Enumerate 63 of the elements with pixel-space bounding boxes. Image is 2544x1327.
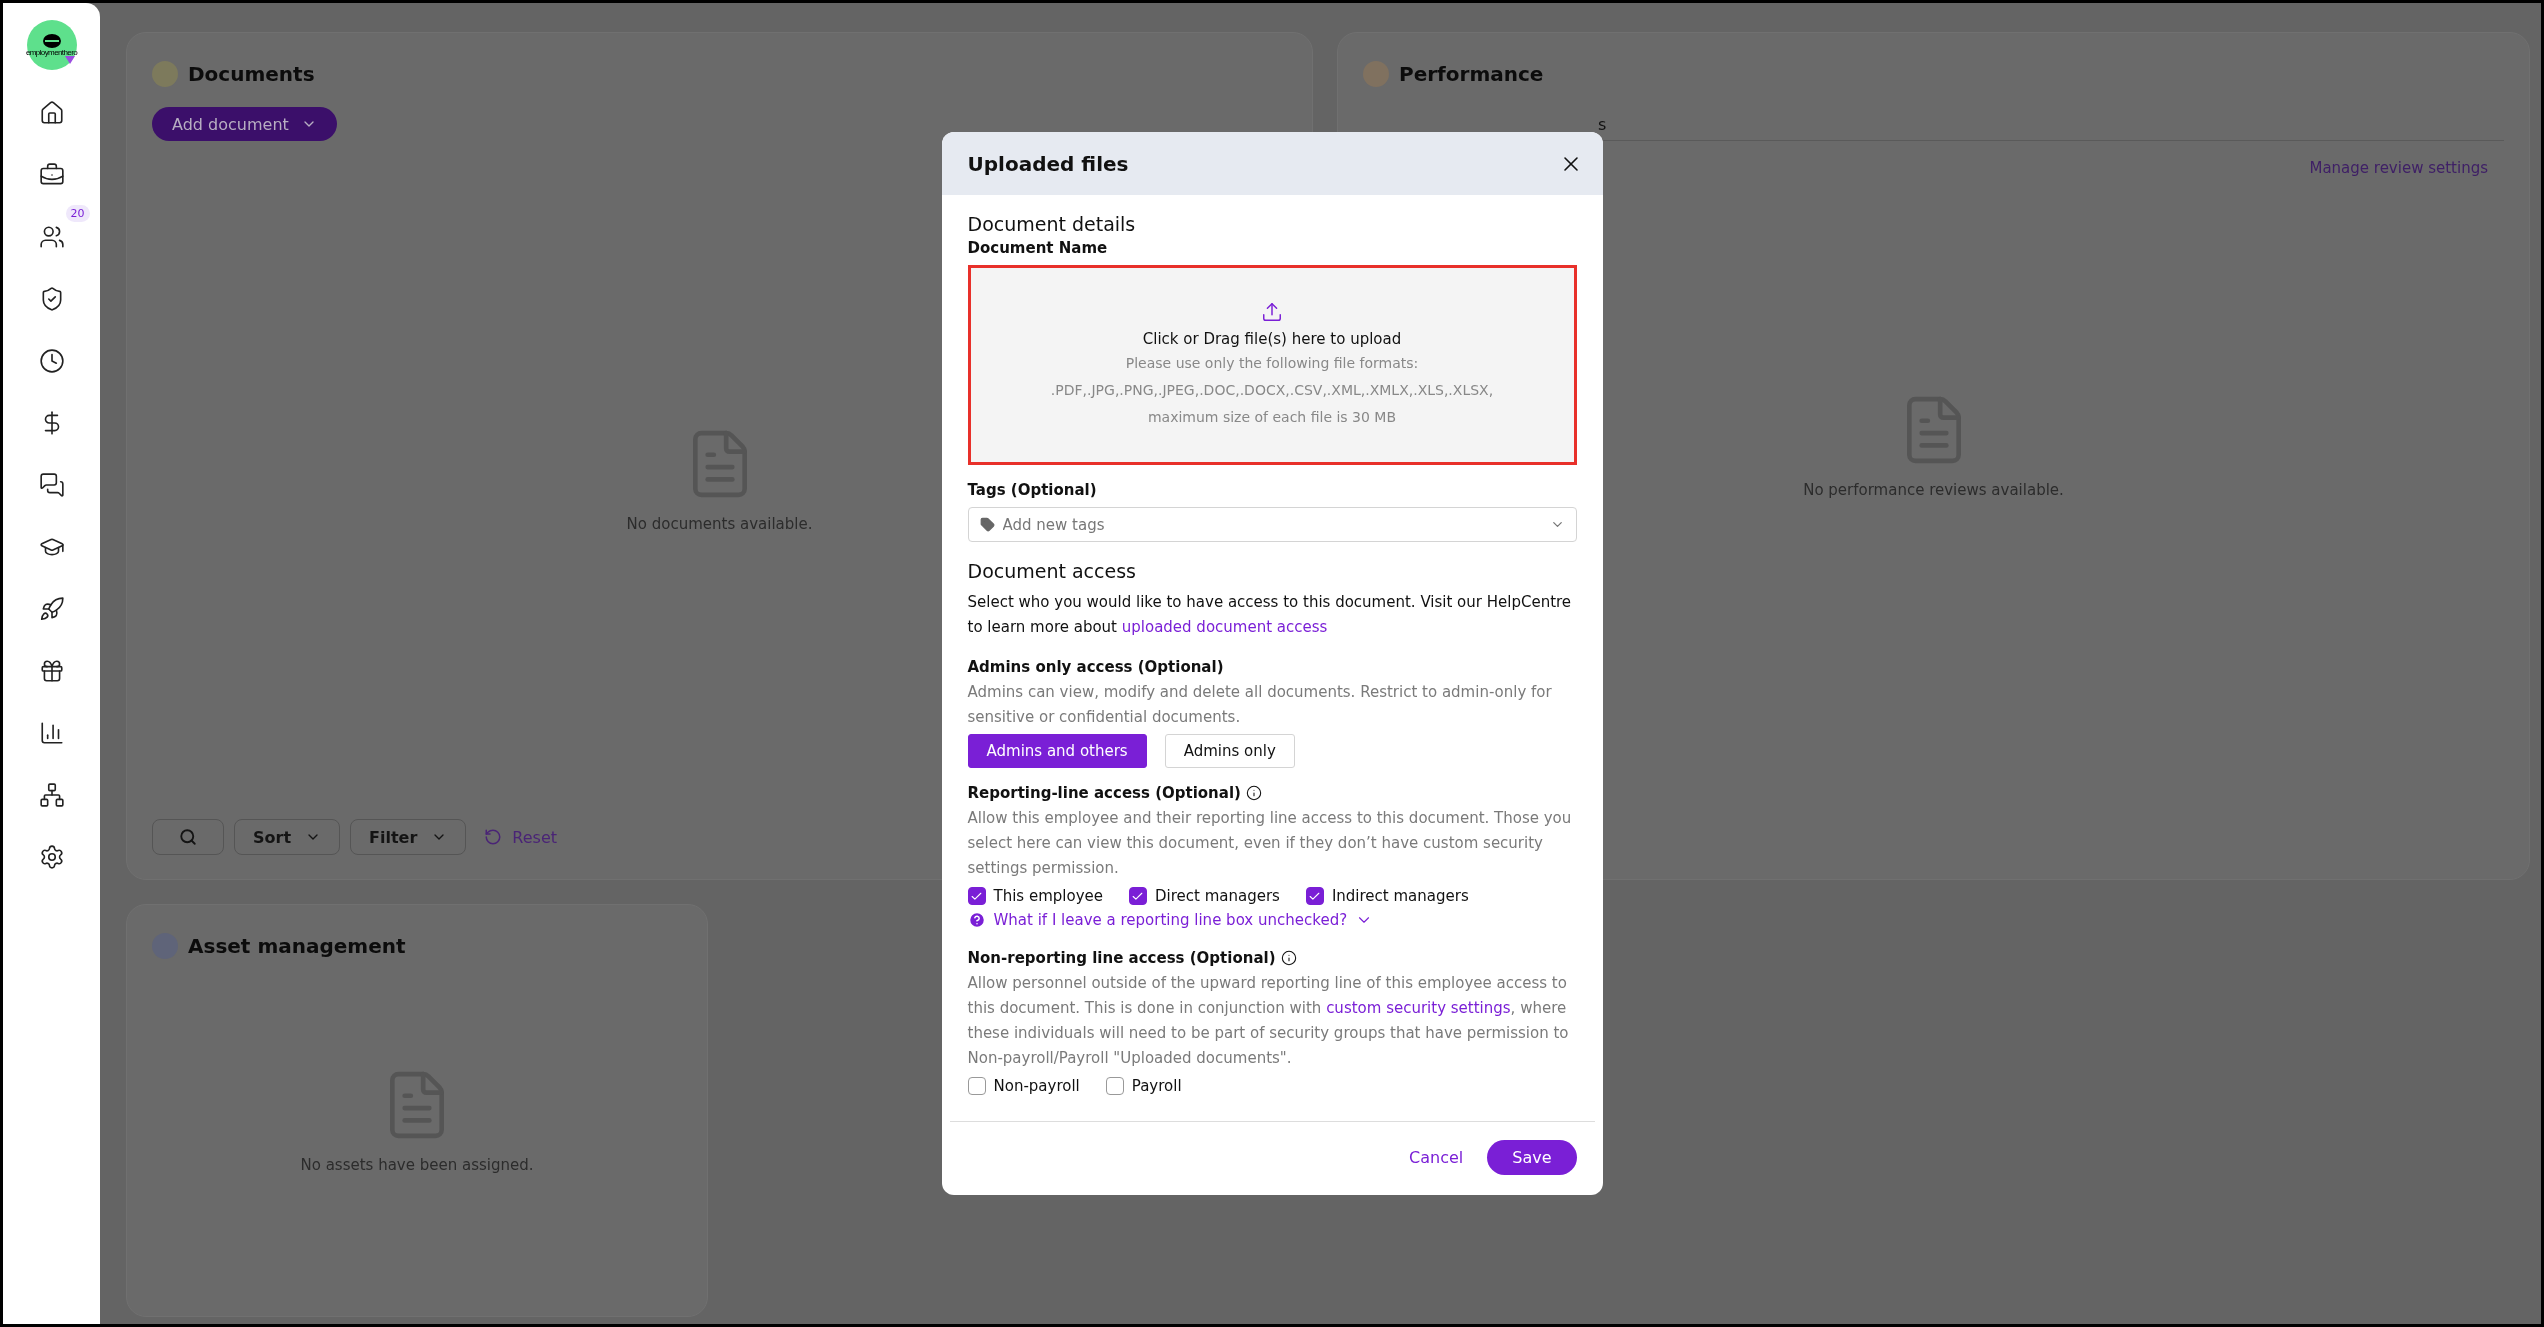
bar-chart-icon	[38, 720, 65, 746]
rocket-icon	[38, 596, 65, 622]
card-title: Asset management	[188, 934, 406, 958]
upload-dropzone[interactable]: Click or Drag file(s) here to upload Please use only the following file formats: .PDF,.JPG,.PNG,.JPEG,.DOC,.DOCX,.CSV,.XML,.XMLX,.XLS,.XLSX, maximum size of each file is 30 MB	[967, 265, 1577, 465]
field-label: Reporting-line access (Optional)	[967, 784, 1241, 802]
field-label: Admins only access (Optional)	[967, 658, 1224, 676]
help-expander-link[interactable]: What if I leave a reporting line box unchecked?	[967, 911, 1577, 929]
dropzone-hint: .PDF,.JPG,.PNG,.JPEG,.DOC,.DOCX,.CSV,.XML,.XMLX,.XLS,.XLSX,	[1050, 381, 1494, 400]
save-button[interactable]: Save	[1487, 1140, 1577, 1175]
info-icon[interactable]	[1280, 950, 1297, 966]
logo-mark-icon	[42, 33, 61, 48]
empty-message: No assets have been assigned.	[300, 1155, 534, 1174]
help-icon	[967, 911, 986, 929]
checkbox[interactable]	[1305, 887, 1324, 905]
checkbox[interactable]	[967, 887, 986, 905]
settings-icon	[38, 844, 65, 870]
access-option-button[interactable]: Admins and others	[967, 734, 1147, 768]
search-button[interactable]	[152, 819, 224, 855]
tags-field[interactable]: Add new tags	[967, 507, 1577, 542]
people-icon	[38, 224, 65, 250]
field-label: Non-reporting line access (Optional)	[967, 949, 1276, 967]
home-icon	[38, 100, 65, 126]
checkbox-label: Payroll	[1131, 1077, 1182, 1095]
reporting-description: Allow this employee and their reporting line access to this document. Those you select here can view this document, even if they don’t have custom security settings permission.	[967, 808, 1573, 879]
count-badge: 20	[65, 205, 90, 222]
add-document-button[interactable]: Add document	[152, 107, 337, 141]
caret-icon[interactable]	[65, 56, 75, 64]
gift-icon	[38, 658, 65, 684]
access-option-button[interactable]: Admins only	[1164, 734, 1295, 768]
dropzone-hint: maximum size of each file is 30 MB	[1147, 408, 1397, 427]
dialog-title: Uploaded files	[967, 151, 1129, 176]
section-heading: Document access	[967, 560, 1137, 582]
info-icon[interactable]	[1245, 785, 1262, 801]
hierarchy-icon	[38, 782, 65, 808]
access-help-link[interactable]: uploaded document access	[1121, 618, 1328, 636]
cancel-button[interactable]: Cancel	[1403, 1147, 1470, 1168]
access-description: Select who you would like to have access to this document. Visit our HelpCentre to learn more about uploaded document access	[967, 592, 1573, 638]
admins-description: Admins can view, modify and delete all documents. Restrict to admin-only for sensitive or confidential documents.	[967, 682, 1553, 728]
search-icon	[179, 828, 197, 846]
checkbox[interactable]	[1128, 887, 1147, 905]
checkbox-label: This employee	[993, 887, 1103, 905]
checkbox[interactable]	[967, 1077, 986, 1095]
chat-bubbles-icon	[38, 472, 65, 498]
reset-icon	[484, 828, 503, 846]
dropzone-hint: Please use only the following file formats:	[1125, 354, 1419, 373]
checkbox-label: Non-payroll	[993, 1077, 1080, 1095]
clock-icon	[38, 348, 65, 374]
section-heading: Document details	[967, 213, 1137, 235]
checkbox-label: Indirect managers	[1331, 887, 1469, 905]
tab-label[interactable]: s	[1598, 115, 1607, 134]
upload-icon	[1261, 301, 1283, 323]
non-reporting-description: Allow personnel outside of the upward reporting line of this employee access to this document. This is done in conjunction with custom security settings, where these individuals will need to be part of security groups that have permission to Non-payroll/Payroll "Uploaded documents".	[967, 973, 1570, 1069]
card-title: Documents	[188, 62, 315, 86]
field-label: Document Name	[967, 239, 1108, 257]
dropzone-title: Click or Drag file(s) here to upload	[1142, 330, 1402, 348]
field-label: Tags (Optional)	[967, 481, 1097, 499]
checkbox-label: Direct managers	[1154, 887, 1280, 905]
empty-message: No documents available.	[626, 515, 813, 533]
card-title: Performance	[1399, 62, 1544, 86]
checkbox[interactable]	[1105, 1077, 1124, 1095]
tag-icon	[979, 517, 995, 532]
security-settings-link[interactable]: custom security settings	[1326, 999, 1511, 1017]
empty-message: No performance reviews available.	[1803, 481, 2064, 499]
